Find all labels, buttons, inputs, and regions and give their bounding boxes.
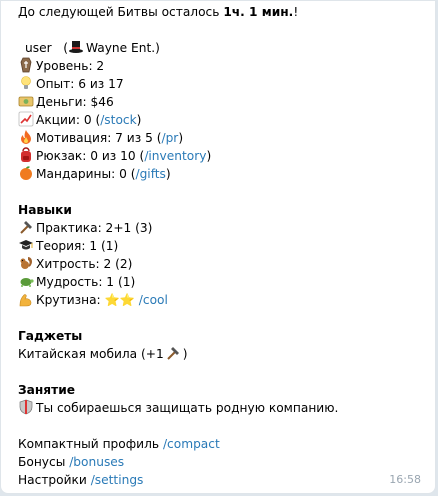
stat-experience: Опыт: 6 из 17 <box>18 75 124 93</box>
profile-header: user (Wayne Ent.) <box>25 39 160 57</box>
stat-backpack-label: Рюкзак: 0 из 10 ( <box>36 149 145 163</box>
flexed-biceps-icon <box>18 291 34 307</box>
skill-cunning-label: Хитрость: 2 (2) <box>36 257 133 271</box>
stock-command-link[interactable]: /stock <box>100 113 136 127</box>
stat-backpack-tail: ) <box>206 149 212 163</box>
chart-up-icon <box>18 111 34 127</box>
settings-line: Настройки /settings <box>18 471 143 489</box>
battle-timer-suffix: ! <box>293 5 299 19</box>
message-timestamp: 16:58 <box>389 473 421 486</box>
skill-coolness-label: Крутизна: <box>36 293 105 307</box>
skill-practice: Практика: 2+1 (3) <box>18 219 152 237</box>
stat-motivation-tail: ) <box>178 131 184 145</box>
stat-tangerines: Мандарины: 0 (/gifts) <box>18 165 171 183</box>
inventory-command-link[interactable]: /inventory <box>144 149 206 163</box>
gadget-item-label: Китайская мобила (+1 <box>18 347 164 361</box>
skill-practice-label: Практика: 2+1 (3) <box>36 221 153 235</box>
compact-command-link[interactable]: /compact <box>163 437 220 451</box>
profile-organization: Wayne Ent.) <box>85 41 160 55</box>
skill-coolness: Крутизна: ⭐⭐ /cool <box>18 291 168 309</box>
top-hat-icon <box>68 39 84 55</box>
graduation-cap-icon <box>18 237 34 253</box>
compact-profile-line: Компактный профиль /compact <box>18 435 220 453</box>
gadgets-heading: Гаджеты <box>18 329 83 343</box>
stat-backpack: Рюкзак: 0 из 10 (/inventory) <box>18 147 211 165</box>
battle-timer-value: 1ч. 1 мин. <box>223 5 294 19</box>
occupation-heading: Занятие <box>18 383 75 397</box>
bonuses-label: Бонусы <box>18 455 70 469</box>
skill-wisdom-label: Мудрость: 1 (1) <box>36 275 136 289</box>
occupation-text: Ты собираешься защищать родную компанию. <box>36 401 339 415</box>
backpack-icon <box>18 147 34 163</box>
stat-stocks-label: Акции: 0 ( <box>36 113 101 127</box>
gadget-item-tail: ) <box>182 347 188 361</box>
money-icon <box>18 93 34 109</box>
hammer-icon <box>18 219 34 235</box>
profile-username: user <box>25 41 52 55</box>
skills-heading: Навыки <box>18 203 72 217</box>
settings-command-link[interactable]: /settings <box>91 473 144 487</box>
bonuses-command-link[interactable]: /bonuses <box>69 455 124 469</box>
battle-timer-line: До следующей Битвы осталось 1ч. 1 мин.! <box>18 3 298 21</box>
occupation-status: Ты собираешься защищать родную компанию. <box>18 399 338 417</box>
tangerine-icon <box>18 165 34 181</box>
stat-motivation: Мотивация: 7 из 5 (/pr) <box>18 129 183 147</box>
stat-tangerines-tail: ) <box>165 167 171 181</box>
gadget-item: Китайская мобила (+1) <box>18 345 188 363</box>
lightbulb-icon <box>18 75 34 91</box>
stat-money-label: Деньги: $46 <box>36 95 114 109</box>
stat-level: Уровень: 2 <box>18 57 104 75</box>
skill-cunning: Хитрость: 2 (2) <box>18 255 132 273</box>
stat-stocks: Акции: 0 (/stock) <box>18 111 141 129</box>
bonuses-line: Бонусы /bonuses <box>18 453 124 471</box>
stat-level-label: Уровень: 2 <box>36 59 105 73</box>
skill-theory-label: Теория: 1 (1) <box>36 239 119 253</box>
compact-profile-label: Компактный профиль <box>18 437 163 451</box>
hammer-icon <box>165 345 181 361</box>
gifts-command-link[interactable]: /gifts <box>135 167 165 181</box>
squirrel-icon <box>18 255 34 271</box>
coffin-icon <box>18 57 34 73</box>
stat-motivation-label: Мотивация: 7 из 5 ( <box>36 131 162 145</box>
stat-experience-label: Опыт: 6 из 17 <box>36 77 124 91</box>
skill-wisdom: Мудрость: 1 (1) <box>18 273 135 291</box>
stat-money: Деньги: $46 <box>18 93 114 111</box>
fire-icon <box>18 129 34 145</box>
pr-command-link[interactable]: /pr <box>161 131 178 145</box>
battle-timer-prefix: До следующей Битвы осталось <box>18 5 224 19</box>
turtle-icon <box>18 273 34 289</box>
cool-command-link[interactable]: /cool <box>139 293 168 307</box>
settings-label: Настройки <box>18 473 91 487</box>
skill-theory: Теория: 1 (1) <box>18 237 118 255</box>
message-bubble: До следующей Битвы осталось 1ч. 1 мин.! … <box>0 0 436 494</box>
stat-stocks-tail: ) <box>136 113 142 127</box>
stat-tangerines-label: Мандарины: 0 ( <box>36 167 136 181</box>
coolness-stars: ⭐⭐ <box>104 293 135 307</box>
shield-icon <box>18 399 34 415</box>
